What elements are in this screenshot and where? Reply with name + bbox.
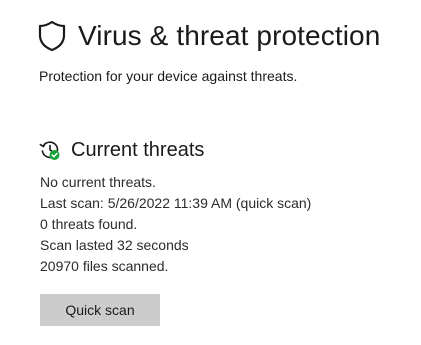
threat-status-list: No current threats. Last scan: 5/26/2022… [40, 172, 311, 277]
last-scan-text: Last scan: 5/26/2022 11:39 AM (quick sca… [40, 195, 312, 211]
shield-icon [38, 20, 66, 52]
threat-status-text: No current threats. [40, 174, 156, 190]
quick-scan-button[interactable]: Quick scan [40, 294, 160, 326]
page-header: Virus & threat protection [38, 18, 380, 54]
scan-duration-text: Scan lasted 32 seconds [40, 237, 189, 253]
current-threats-header: Current threats [39, 137, 204, 163]
page-subtitle: Protection for your device against threa… [39, 68, 298, 84]
scan-history-icon [39, 141, 60, 160]
section-title: Current threats [71, 139, 205, 161]
page-title: Virus & threat protection [78, 20, 381, 51]
files-scanned-text: 20970 files scanned. [40, 258, 169, 274]
threats-found-text: 0 threats found. [40, 216, 138, 232]
virus-threat-protection-page: Virus & threat protection Protection for… [0, 0, 421, 345]
